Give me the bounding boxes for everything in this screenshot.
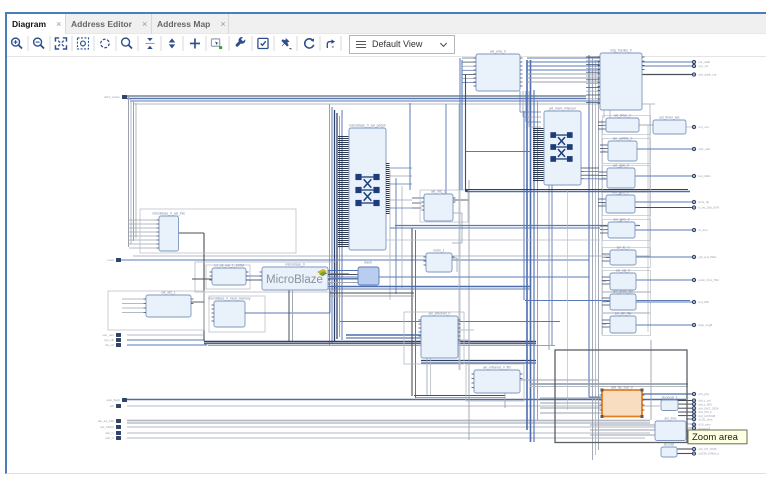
svg-text:led_8bit: led_8bit (699, 300, 710, 304)
svg-text:ddr3_sdram: ddr3_sdram (104, 95, 121, 99)
svg-text:axi_timer_0: axi_timer_0 (614, 114, 631, 118)
svg-text:push_btns_5bit: push_btns_5bit (699, 278, 720, 282)
svg-text:led_4bits: led_4bits (699, 174, 712, 178)
svg-text:eth: eth (110, 404, 115, 408)
svg-text:axi_intc_0: axi_intc_0 (431, 190, 446, 194)
svg-text:axi_gpio_2: axi_gpio_2 (614, 218, 630, 222)
svg-text:usb_uart: usb_uart (102, 333, 114, 337)
svg-text:xlconcat_1: xlconcat_1 (662, 396, 678, 400)
svg-text:axi_eth_lite: axi_eth_lite (615, 312, 632, 316)
svg-text:axi_gpio_1: axi_gpio_1 (613, 191, 629, 195)
svg-text:reset: reset (107, 258, 114, 262)
svg-text:mdm_1: mdm_1 (434, 249, 445, 253)
svg-text:btns_4b: btns_4b (699, 200, 710, 204)
svg-text:iic_line: iic_line (699, 228, 709, 232)
svg-text:rgb_led_8bits: rgb_led_8bits (699, 255, 718, 259)
svg-text:microblaze_0_axi_intc: microblaze_0_axi_intc (152, 212, 185, 216)
svg-text:axi_ethernet_0: axi_ethernet_0 (429, 312, 451, 316)
svg-text:microblaze_0_local_memory: microblaze_0_local_memory (209, 297, 251, 301)
svg-text:clk_wiz_1: clk_wiz_1 (161, 291, 175, 295)
svg-text:axi_emc_0: axi_emc_0 (490, 50, 506, 54)
svg-text:microblaze_0_axi_periph: microblaze_0_axi_periph (349, 124, 386, 128)
svg-text:microblaze_0: microblaze_0 (285, 263, 305, 267)
svg-text:axi_quad_spi: axi_quad_spi (613, 290, 633, 294)
svg-text:mig_7series_0: mig_7series_0 (610, 49, 632, 53)
svg-text:MicroBlaze: MicroBlaze (266, 274, 323, 286)
svg-text:axi_gpio_0: axi_gpio_0 (613, 164, 629, 168)
svg-text:led_16bits: led_16bits (100, 425, 114, 429)
svg-text:usb_uart: usb_uart (699, 147, 711, 151)
svg-text:clk_ref: clk_ref (105, 343, 114, 347)
svg-text:b_rst_16b_l678: b_rst_16b_l678 (699, 206, 720, 210)
svg-text:ddr_addr_out: ddr_addr_out (699, 73, 717, 77)
svg-text:axi_ethernet_0_fifo: axi_ethernet_0_fifo (483, 366, 511, 370)
svg-text:usb_rx: usb_rx (105, 431, 115, 435)
svg-text:axi_iic_0: axi_iic_0 (617, 246, 630, 250)
svg-text:mem: mem (364, 261, 372, 265)
svg-text:axi_smc: axi_smc (664, 417, 676, 421)
svg-text:eth_phy: eth_phy (699, 392, 710, 396)
svg-text:axi_uartlite_0: axi_uartlite_0 (613, 137, 633, 141)
svg-text:usb_tx: usb_tx (105, 436, 114, 440)
svg-text:axi_timer_wiz: axi_timer_wiz (660, 116, 680, 120)
svg-text:dip_sw_16b: dip_sw_16b (98, 419, 114, 423)
svg-text:disp_seg8: disp_seg8 (699, 323, 713, 327)
svg-text:sys_clk: sys_clk (104, 338, 114, 342)
svg-text:axi_mem_intercon: axi_mem_intercon (549, 107, 576, 111)
svg-text:s2036_f34b0_b: s2036_f34b0_b (699, 452, 720, 456)
svg-text:axi_spi_0: axi_spi_0 (616, 269, 630, 273)
svg-text:d125_pins: d125_pins (699, 417, 713, 421)
svg-text:eth_l27_2036: eth_l27_2036 (699, 447, 718, 451)
svg-text:rst_clk_wiz_1_100M: rst_clk_wiz_1_100M (214, 264, 244, 268)
svg-text:Zoom area: Zoom area (692, 432, 739, 443)
svg-text:tmr_out: tmr_out (699, 125, 709, 129)
svg-text:qspi_flash: qspi_flash (106, 398, 120, 402)
svg-text:util_ds_buf_0: util_ds_buf_0 (611, 386, 632, 390)
svg-text:sys_rst: sys_rst (699, 64, 709, 68)
